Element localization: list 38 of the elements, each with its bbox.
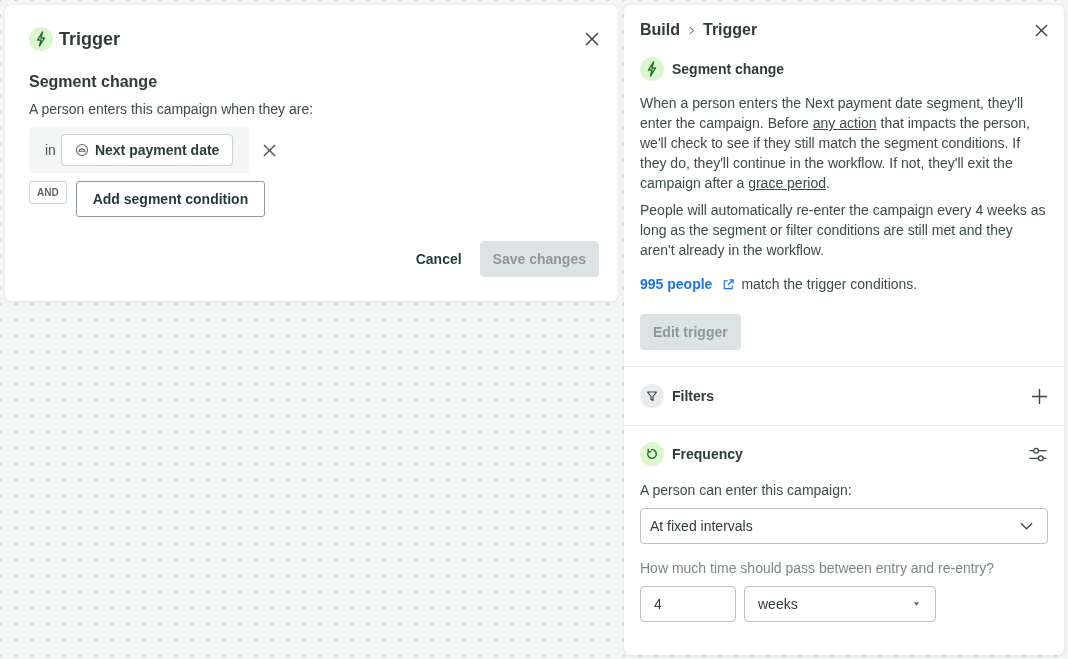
modal-title: Trigger [59,28,120,50]
filters-title: Filters [672,388,714,404]
chevron-down-icon [1020,522,1033,530]
text-link[interactable]: any action [812,115,877,131]
add-icon[interactable] [1031,387,1048,405]
frequency-dropdown[interactable]: At fixed intervals [640,508,1048,544]
interval-input[interactable]: 4 [640,586,736,622]
caret-icon [914,602,919,606]
segment-chip[interactable]: Next payment date [60,134,234,166]
segment-icon [74,143,89,157]
refresh-icon [640,442,664,466]
chevron-right-icon [688,25,695,35]
operator-label: in [45,142,56,158]
trigger-description: When a person enters the Next payment date segment, they'll enter the campaign. Before any action that impacts the person, we'll check to see if they still match the segment conditions. If they do, they'll continue in the workflow. If not, they'll exit the campaign after a grace period. [640,94,1031,193]
frequency-prompt: A person can enter this campaign: [640,482,853,498]
external-link-icon[interactable] [722,277,736,291]
frequency-title: Frequency [672,446,743,462]
settings-icon[interactable] [1028,445,1048,463]
section-title: Segment change [29,73,159,91]
text-link[interactable]: grace period [748,175,826,191]
prompt-text: A person enters this campaign when they are: [29,101,315,117]
unit-dropdown[interactable]: weeks [744,586,936,622]
add-condition-button[interactable]: Add segment condition [75,181,266,217]
people-count-link[interactable]: 995 people [640,276,713,292]
lightning-icon [640,57,664,81]
count-suffix: match the trigger conditions. [741,276,918,292]
trigger-title: Segment change [672,61,785,77]
and-tag: AND [29,181,67,204]
close-icon[interactable] [1035,23,1048,37]
breadcrumb-item: Trigger [703,21,758,39]
remove-icon[interactable] [263,143,277,157]
close-icon[interactable] [585,32,599,46]
interval-question: How much time should pass between entry and re-entry? [640,560,996,576]
breadcrumb-item[interactable]: Build [640,21,680,39]
lightning-icon [29,27,53,51]
reentry-note: People will automatically re-enter the campaign every 4 weeks as long as the segment or filter conditions are still met and they aren't already in the workflow. [640,201,1047,260]
cancel-button[interactable]: Cancel [415,251,462,267]
filter-icon [640,384,664,408]
